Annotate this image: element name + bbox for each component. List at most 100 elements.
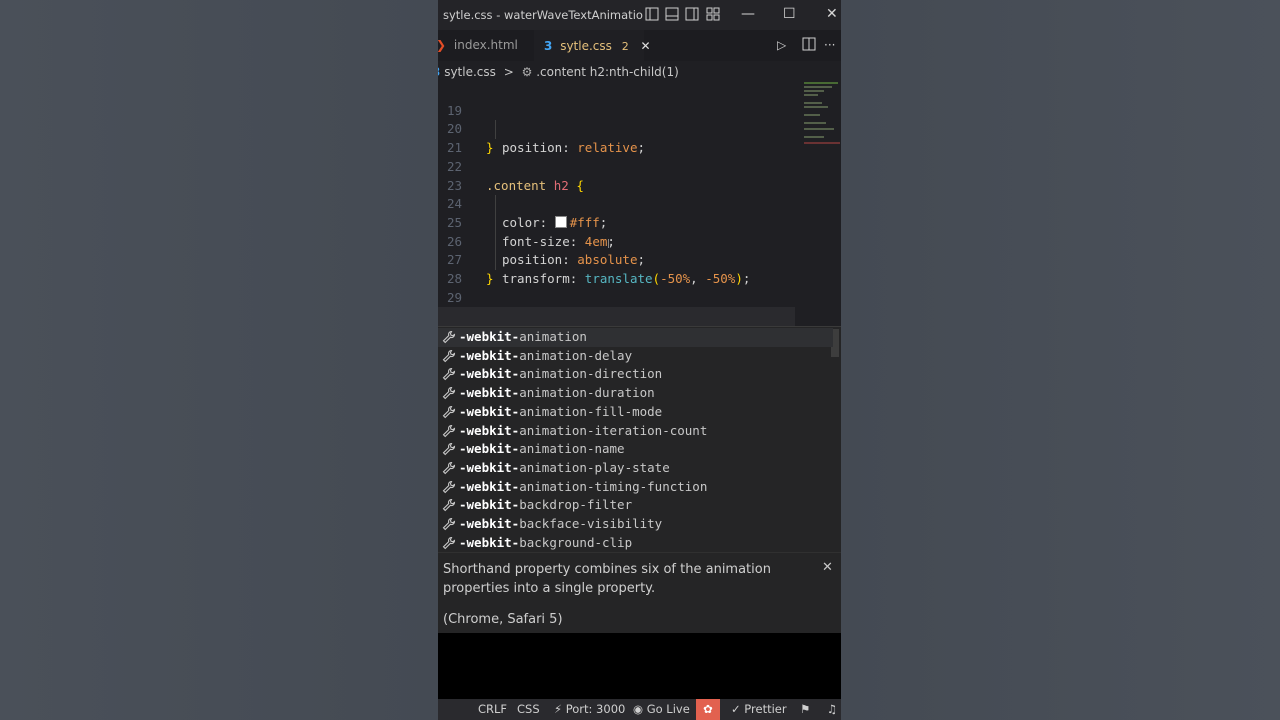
code-line: 28 (438, 251, 841, 286)
wrench-icon (442, 349, 456, 363)
code-line: 20 } (438, 102, 841, 155)
more-actions-icon[interactable]: ··· (824, 38, 835, 52)
tab-label: sytle.css (560, 39, 612, 53)
code-line: 19 position: relative; (438, 83, 841, 155)
suggestion-match: -webkit- (459, 478, 520, 494)
suggestion-item[interactable]: -webkit-animation-timing-function (438, 478, 833, 497)
breadcrumb-file[interactable]: sytle.css (444, 65, 496, 79)
code-line: 21 (438, 120, 841, 155)
breadcrumb-symbol[interactable]: .content h2:nth-child(1) (536, 65, 679, 79)
close-details-button[interactable]: ✕ (822, 560, 833, 575)
tab-index-html[interactable]: ❯ index.html (438, 30, 532, 61)
minimap-line (804, 82, 838, 84)
suggestion-rest: animation-direction (519, 366, 663, 382)
minimap[interactable] (802, 80, 840, 150)
suggestion-item[interactable]: -webkit-animation (438, 328, 833, 347)
language-mode[interactable]: CSS (517, 699, 540, 720)
breadcrumb: 3 sytle.css > ⚙ .content h2:nth-child(1) (438, 61, 841, 83)
close-tab-button[interactable]: ✕ (641, 39, 651, 53)
video-background-left (0, 0, 438, 720)
wrench-icon (442, 536, 456, 550)
suggestion-label: -webkit-animation-play-state (459, 459, 670, 478)
suggestion-item[interactable]: -webkit-background-clip (438, 534, 833, 553)
tab-style-css[interactable]: 3 sytle.css 2 ✕ (534, 30, 651, 62)
suggestion-match: -webkit- (459, 366, 520, 382)
toggle-sidebar-icon[interactable] (645, 7, 659, 21)
suggestion-item[interactable]: -webkit-animation-iteration-count (438, 422, 833, 441)
suggestion-item[interactable]: -webkit-animation-fill-mode (438, 403, 833, 422)
suggestion-rest: animation-play-state (519, 459, 670, 475)
suggestion-rest: backdrop-filter (519, 497, 633, 513)
live-share-icon[interactable]: ✿ (696, 699, 720, 720)
suggestion-item[interactable]: -webkit-animation-direction (438, 365, 833, 384)
split-editor-icon[interactable] (802, 37, 816, 54)
suggestion-description: Shorthand property combines six of the a… (443, 562, 771, 596)
check-double-icon: ✓ (731, 702, 741, 716)
close-window-button[interactable]: ✕ (826, 6, 838, 22)
suggestion-item[interactable]: -webkit-animation-delay (438, 347, 833, 366)
suggestion-label: -webkit-animation-iteration-count (459, 422, 707, 441)
suggestion-item[interactable]: -webkit-animation-name (438, 440, 833, 459)
suggestion-item[interactable]: -webkit-backdrop-filter (438, 496, 833, 515)
tab-label: index.html (453, 38, 518, 52)
symbol-icon: ⚙ (521, 65, 533, 79)
suggestion-label: -webkit-animation-name (459, 440, 625, 459)
wrench-icon (442, 424, 456, 438)
toggle-panel-icon[interactable] (665, 7, 679, 21)
suggestion-label: -webkit-animation (459, 328, 587, 347)
css-file-icon: 3 (438, 65, 440, 79)
code-editor[interactable]: 19 position: relative; 20 } 21 22 .conte… (438, 83, 841, 380)
suggestion-match: -webkit- (459, 385, 520, 401)
code-line: 23 color: #fff; (438, 158, 841, 230)
minimap-line (804, 114, 820, 116)
minimap-line (804, 122, 826, 124)
vscode-window: sytle.css - waterWaveTextAnimation - ...… (438, 0, 841, 720)
suggestion-item[interactable]: -webkit-animation-duration (438, 384, 833, 403)
prettier-status[interactable]: ✓ Prettier (731, 699, 787, 720)
wrench-icon (442, 330, 456, 344)
eol-indicator[interactable]: CRLF (478, 699, 507, 720)
minimap-line (804, 86, 832, 88)
suggestion-rest: animation-timing-function (519, 478, 708, 494)
code-line: 27 } (438, 233, 841, 286)
suggestion-rest: background-clip (519, 534, 633, 550)
toggle-secondary-sidebar-icon[interactable] (685, 7, 699, 21)
suggestion-item[interactable]: -webkit-backface-visibility (438, 515, 833, 534)
status-bar: CRLF CSS ⚡ Port: 3000 ◉ Go Live ✿ ✓ Pret… (438, 699, 841, 720)
wrench-icon (442, 461, 456, 475)
port-status[interactable]: ⚡ Port: 3000 (554, 699, 625, 720)
html-file-icon: ❯ (438, 38, 446, 52)
notifications-bell-icon[interactable]: ♫ (827, 699, 837, 720)
suggestion-label: -webkit-animation-timing-function (459, 478, 707, 497)
window-title: sytle.css - waterWaveTextAnimation - ... (443, 8, 643, 22)
customize-layout-icon[interactable] (706, 7, 720, 21)
code-line: 24 font-size: 4em; (438, 177, 841, 248)
suggestion-item[interactable]: -webkit-animation-play-state (438, 459, 833, 478)
minimap-line (804, 128, 834, 130)
title-bar: sytle.css - waterWaveTextAnimation - ...… (438, 0, 841, 30)
broadcast-icon: ◉ (633, 702, 644, 716)
wrench-icon (442, 498, 456, 512)
minimap-line (804, 106, 828, 108)
feedback-icon[interactable]: ⚑ (800, 699, 810, 720)
wrench-icon (442, 386, 456, 400)
suggestion-widget: -webkit-animation -webkit-animation-delay… (438, 326, 841, 553)
video-background-right (841, 0, 1280, 720)
problems-badge: 2 (621, 40, 629, 53)
minimize-button[interactable]: — (741, 6, 755, 22)
minimap-line (804, 136, 824, 138)
suggestion-rest: backface-visibility (519, 516, 663, 531)
port-icon: ⚡ (554, 702, 563, 716)
minimap-line (804, 102, 822, 104)
suggestion-label: -webkit-animation-fill-mode (459, 403, 662, 422)
browser-compatibility: (Chrome, Safari 5) (443, 612, 563, 627)
wrench-icon (442, 367, 456, 381)
suggestion-rest: animation (519, 329, 587, 344)
maximize-button[interactable]: ☐ (783, 6, 796, 22)
suggestion-details: Shorthand property combines six of the a… (438, 552, 841, 634)
suggestion-rest: animation-delay (519, 347, 633, 363)
suggestion-match: -webkit- (459, 422, 520, 438)
run-icon[interactable]: ▷ (777, 38, 786, 52)
go-live-button[interactable]: ◉ Go Live (633, 699, 690, 720)
port-label: Port: 3000 (565, 702, 626, 716)
